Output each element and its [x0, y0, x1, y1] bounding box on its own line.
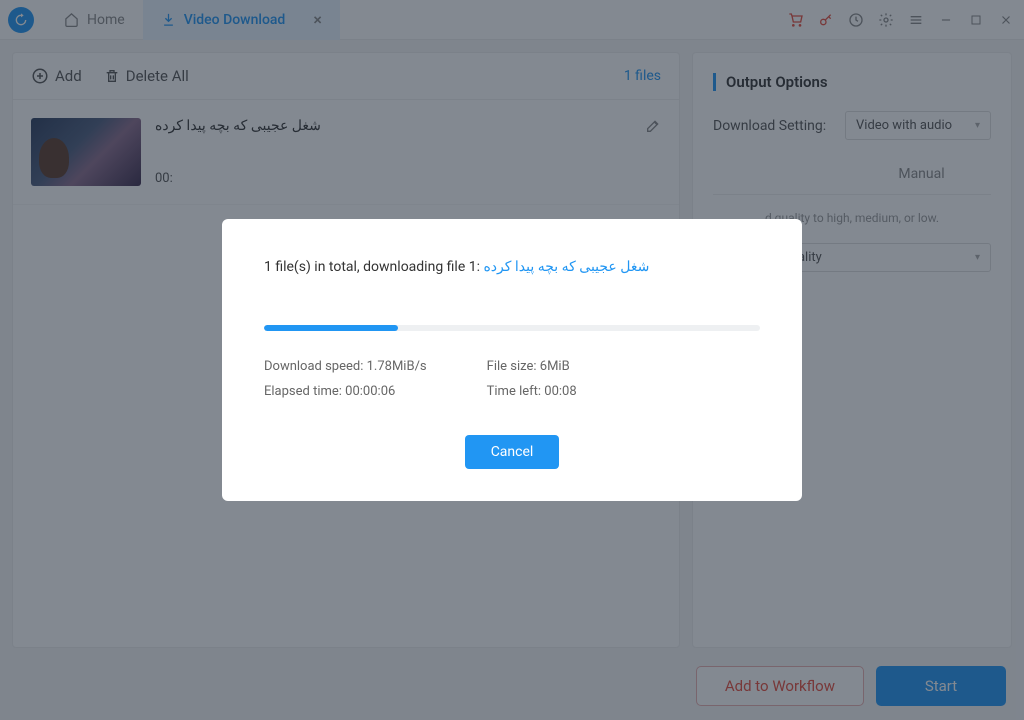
modal-prefix: 1 file(s) in total, downloading file 1: — [264, 259, 483, 275]
time-left: Time left: 00:08 — [487, 384, 577, 399]
elapsed-time: Elapsed time: 00:00:06 — [264, 384, 427, 399]
download-stats: Download speed: 1.78MiB/s Elapsed time: … — [264, 359, 760, 399]
progress-bar — [264, 325, 760, 331]
file-size: File size: 6MiB — [487, 359, 577, 374]
modal-filename: شغل عجیبی که بچه پیدا کرده — [483, 259, 649, 275]
modal-overlay: 1 file(s) in total, downloading file 1: … — [0, 0, 1024, 720]
cancel-button[interactable]: Cancel — [465, 435, 560, 469]
modal-message: 1 file(s) in total, downloading file 1: … — [264, 259, 760, 275]
download-progress-modal: 1 file(s) in total, downloading file 1: … — [222, 219, 802, 501]
modal-actions: Cancel — [264, 435, 760, 469]
progress-fill — [264, 325, 398, 331]
download-speed: Download speed: 1.78MiB/s — [264, 359, 427, 374]
